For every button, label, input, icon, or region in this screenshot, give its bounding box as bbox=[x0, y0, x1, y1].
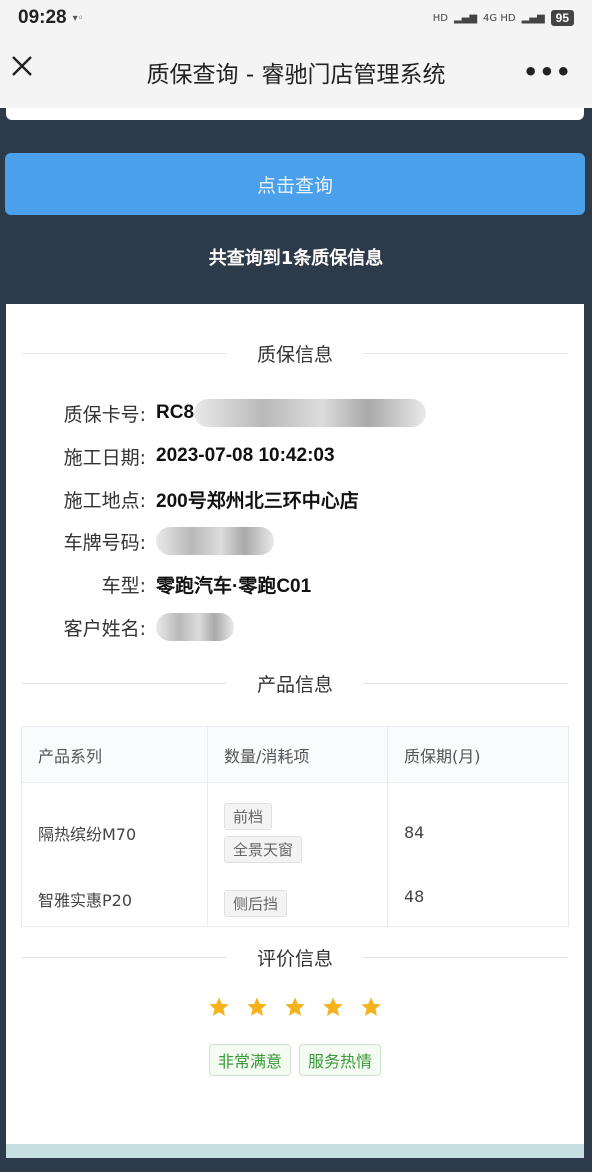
warranty-period: 48 bbox=[387, 882, 569, 927]
product-series: 隔热缤纷M70 bbox=[21, 782, 208, 883]
field-label: 客户姓名: bbox=[63, 617, 146, 640]
result-count-text: 共查询到1条质保信息 bbox=[208, 248, 384, 269]
warranty-period: 84 bbox=[387, 782, 569, 883]
evaluation-section-header: 评价信息 bbox=[22, 942, 569, 972]
page-content: 点击查询 共查询到1条质保信息 质保信息 质保卡号: RC8 施工日期: 202… bbox=[0, 108, 592, 1172]
warranty-result-card: 质保信息 质保卡号: RC8 施工日期: 2023-07-08 10:42:03… bbox=[6, 304, 584, 1144]
column-header-items: 数量/消耗项 bbox=[207, 726, 388, 783]
network-indicator-left: HD bbox=[432, 12, 448, 24]
product-items: 侧后挡 bbox=[207, 882, 388, 927]
star-icon bbox=[285, 997, 305, 1016]
product-items: 前档 全景天窗 bbox=[207, 782, 388, 883]
table-row: 智雅实惠P20 侧后挡 48 bbox=[21, 882, 569, 927]
field-label: 施工地点: bbox=[63, 489, 146, 512]
battery-icon: 95 bbox=[550, 10, 574, 26]
star-icon bbox=[247, 997, 267, 1016]
divider bbox=[22, 352, 227, 354]
network-indicator-right: 4G HD bbox=[483, 12, 516, 24]
nav-bar: 质保查询 - 睿驰门店管理系统 ••• bbox=[0, 36, 592, 108]
construction-date-row: 施工日期: 2023-07-08 10:42:03 bbox=[30, 441, 335, 471]
product-section-title: 产品信息 bbox=[257, 673, 334, 696]
license-plate-row: 车牌号码: bbox=[30, 526, 274, 556]
field-label: 车型: bbox=[101, 574, 146, 597]
construction-location: 200号郑州北三环中心店 bbox=[156, 490, 359, 512]
evaluation-tags: 非常满意 服务热情 bbox=[6, 1044, 584, 1076]
search-form-card-edge bbox=[6, 108, 584, 120]
redacted-blur bbox=[194, 399, 427, 427]
warranty-section-title: 质保信息 bbox=[257, 343, 334, 366]
status-right: HD ▂▄▆ 4G HD ▂▄▆ 95 bbox=[433, 10, 574, 26]
customer-name-row: 客户姓名: bbox=[30, 612, 234, 642]
divider bbox=[363, 956, 569, 958]
query-button[interactable]: 点击查询 bbox=[5, 153, 585, 215]
field-label: 施工日期: bbox=[63, 446, 146, 469]
redacted-blur bbox=[156, 527, 274, 555]
signal-icon: ▂▄▆ bbox=[453, 12, 478, 24]
construction-location-row: 施工地点: 200号郑州北三环中心店 bbox=[30, 484, 359, 514]
car-model-row: 车型: 零跑汽车·零跑C01 bbox=[30, 569, 312, 599]
table-header-row: 产品系列 数量/消耗项 质保期(月) bbox=[21, 726, 569, 783]
star-icon bbox=[361, 997, 381, 1016]
evaluation-tag: 非常满意 bbox=[208, 1044, 291, 1076]
item-tag: 前档 bbox=[224, 802, 273, 830]
item-tag: 侧后挡 bbox=[224, 889, 288, 917]
close-icon[interactable] bbox=[10, 54, 34, 78]
customer-name bbox=[156, 613, 234, 641]
star-icon bbox=[209, 997, 229, 1016]
table-row: 隔热缤纷M70 前档 全景天窗 84 bbox=[21, 782, 569, 883]
product-series: 智雅实惠P20 bbox=[21, 882, 208, 927]
divider bbox=[22, 682, 227, 684]
evaluation-tag: 服务热情 bbox=[299, 1044, 382, 1076]
warranty-card-number: RC8 bbox=[156, 399, 427, 427]
page-title: 质保查询 - 睿驰门店管理系统 bbox=[146, 62, 446, 88]
divider bbox=[363, 682, 569, 684]
divider bbox=[363, 352, 569, 354]
status-bar: 09:28 ▾◦ HD ▂▄▆ 4G HD ▂▄▆ 95 bbox=[0, 0, 592, 36]
column-header-series: 产品系列 bbox=[21, 726, 208, 783]
warranty-card-number-row: 质保卡号: RC8 bbox=[30, 398, 427, 428]
field-label: 车牌号码: bbox=[63, 531, 146, 554]
card-bottom-edge bbox=[6, 1144, 584, 1158]
star-rating bbox=[6, 996, 584, 1018]
divider bbox=[22, 956, 227, 958]
status-time: 09:28 bbox=[18, 7, 67, 28]
product-section-header: 产品信息 bbox=[22, 668, 569, 698]
evaluation-section-title: 评价信息 bbox=[257, 947, 334, 970]
signal-muted-icon: ▾◦ bbox=[72, 12, 84, 24]
field-label: 质保卡号: bbox=[63, 403, 146, 426]
redacted-blur bbox=[156, 613, 234, 641]
warranty-section-header: 质保信息 bbox=[22, 338, 569, 368]
signal-icon-2: ▂▄▆ bbox=[521, 12, 545, 24]
license-plate bbox=[156, 527, 274, 555]
construction-date: 2023-07-08 10:42:03 bbox=[156, 445, 335, 466]
item-tag: 全景天窗 bbox=[224, 835, 303, 863]
product-table: 产品系列 数量/消耗项 质保期(月) 隔热缤纷M70 前档 全景天窗 84 智雅… bbox=[21, 726, 569, 927]
car-model: 零跑汽车·零跑C01 bbox=[156, 575, 312, 597]
more-options-icon[interactable]: ••• bbox=[523, 58, 572, 86]
column-header-period: 质保期(月) bbox=[387, 726, 569, 783]
star-icon bbox=[323, 997, 343, 1016]
